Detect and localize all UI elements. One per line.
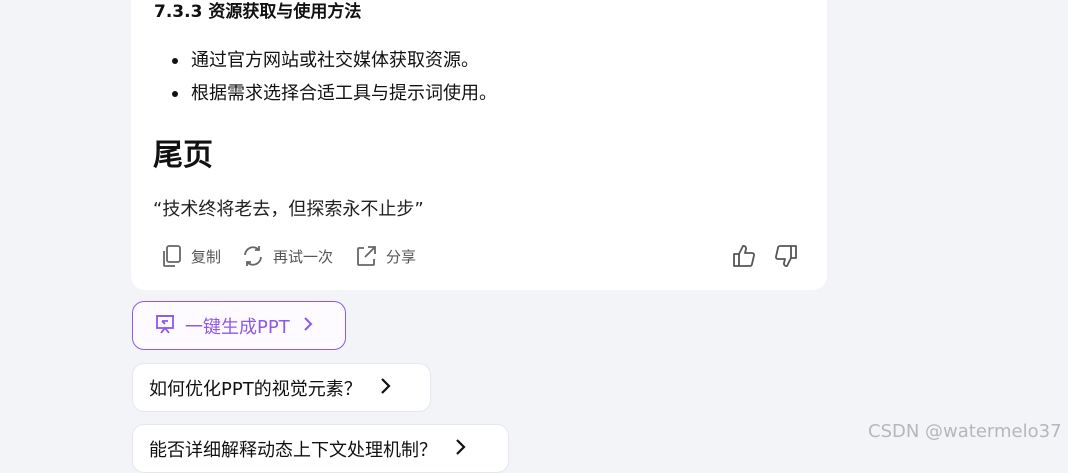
thumbs-down-icon <box>773 245 799 273</box>
suggestion-label: 如何优化PPT的视觉元素？ <box>149 378 362 400</box>
generate-ppt-label: 一键生成PPT <box>185 316 290 338</box>
retry-label: 再试一次 <box>273 247 334 266</box>
chevron-right-icon <box>378 377 392 399</box>
share-icon <box>354 244 378 268</box>
dislike-button[interactable] <box>773 243 799 273</box>
watermark: CSDN @watermelo37 <box>868 421 1062 442</box>
quote-text: “技术终将老去，但探索永不止步” <box>153 199 424 220</box>
presentation-icon <box>154 313 176 339</box>
chevron-right-icon <box>302 316 314 336</box>
list-item: 通过官方网站或社交媒体获取资源。 <box>154 44 497 77</box>
generate-ppt-button[interactable]: 一键生成PPT <box>132 301 346 350</box>
retry-button[interactable]: 再试一次 <box>241 244 333 268</box>
bullet-list: 通过官方网站或社交媒体获取资源。 根据需求选择合适工具与提示词使用。 <box>154 44 497 110</box>
like-button[interactable] <box>731 243 757 273</box>
copy-icon <box>161 244 183 268</box>
share-label: 分享 <box>386 247 417 266</box>
section-heading: 7.3.3 资源获取与使用方法 <box>154 2 362 22</box>
refresh-icon <box>241 244 265 268</box>
copy-label: 复制 <box>191 247 222 266</box>
thumbs-up-icon <box>731 245 757 273</box>
share-button[interactable]: 分享 <box>354 244 416 268</box>
suggestion-item[interactable]: 如何优化PPT的视觉元素？ <box>132 363 431 412</box>
page-title: 尾页 <box>153 138 213 173</box>
copy-button[interactable]: 复制 <box>161 244 221 268</box>
list-item: 根据需求选择合适工具与提示词使用。 <box>154 77 497 110</box>
